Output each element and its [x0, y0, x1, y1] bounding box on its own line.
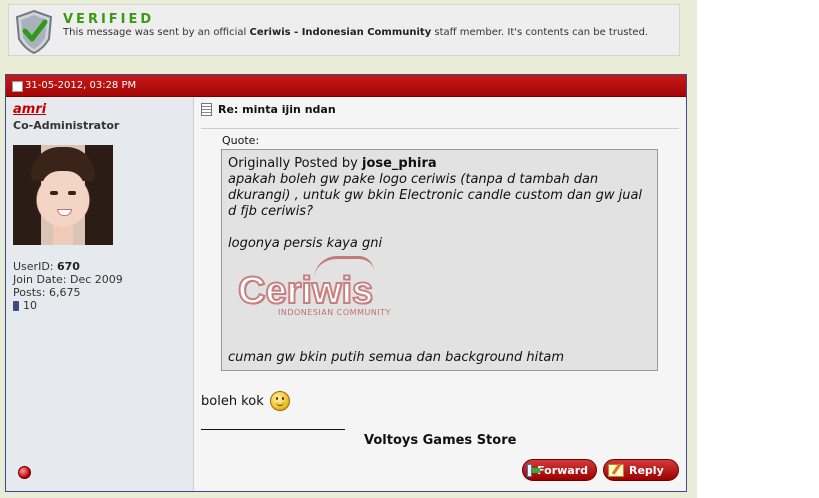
reply-message: boleh kok	[201, 391, 290, 411]
userid-label: UserID:	[13, 260, 54, 273]
userid-value: 670	[57, 260, 80, 273]
reply-pencil-icon	[608, 463, 624, 477]
document-icon	[201, 103, 212, 116]
verified-community-name: Ceriwis - Indonesian Community	[249, 27, 432, 38]
logo-subtitle: INDONESIAN COMMUNITY	[278, 308, 391, 317]
quote-prefix: Originally Posted by	[228, 156, 358, 171]
reputation-value: 10	[23, 299, 37, 312]
post-title: Re: minta ijin ndan	[218, 103, 336, 116]
offline-status-icon	[18, 466, 31, 479]
posts-row: Posts: 6,675	[13, 286, 123, 299]
avatar[interactable]	[13, 145, 113, 245]
smiley-icon	[269, 391, 290, 411]
verified-message-prefix: This message was sent by an official	[63, 27, 247, 38]
title-divider	[201, 128, 679, 129]
reputation-icon	[13, 300, 19, 311]
reply-button[interactable]: Reply	[603, 459, 679, 481]
posts-label: Posts:	[13, 286, 46, 299]
quote-header: Originally Posted by jose_phira	[228, 156, 651, 172]
join-date-row: Join Date: Dec 2009	[13, 273, 123, 286]
signature-divider	[201, 429, 345, 430]
quote-line-1: apakah boleh gw pake logo ceriwis (tanpa…	[228, 172, 643, 219]
reply-label: Reply	[629, 463, 664, 477]
join-date-value: Dec 2009	[70, 273, 123, 286]
verified-title: VERIFIED	[63, 12, 155, 27]
reputation-row: 10	[13, 299, 123, 312]
quote-box: Originally Posted by jose_phira apakah b…	[221, 149, 658, 371]
userid-row: UserID: 670	[13, 260, 123, 273]
verified-message: This message was sent by an official Cer…	[63, 27, 663, 39]
quote-author[interactable]: jose_phira	[362, 156, 437, 171]
post-header: 31-05-2012, 03:28 PM	[6, 75, 686, 97]
forum-post: 31-05-2012, 03:28 PM amri Co-Administrat…	[5, 74, 687, 492]
verified-shield-icon	[15, 9, 53, 55]
join-date-label: Join Date:	[13, 273, 67, 286]
user-title: Co-Administrator	[13, 119, 120, 132]
post-title-row: Re: minta ijin ndan	[201, 103, 336, 116]
user-stats: UserID: 670 Join Date: Dec 2009 Posts: 6…	[13, 260, 123, 312]
signature: Voltoys Games Store	[364, 433, 517, 448]
quote-line-3: cuman gw bkin putih semua dan background…	[228, 350, 564, 365]
verified-message-suffix: staff member. It's contents can be trust…	[434, 27, 649, 38]
quote-line-2: logonya persis kaya gni	[228, 236, 383, 251]
forward-button[interactable]: Forward	[522, 459, 597, 481]
posts-value: 6,675	[48, 286, 81, 299]
verified-banner: VERIFIED This message was sent by an off…	[8, 4, 680, 56]
forward-icon	[527, 463, 541, 477]
logo-word: Ceriwis	[237, 269, 374, 313]
post-date: 31-05-2012, 03:28 PM	[25, 80, 137, 91]
username-link[interactable]: amri	[13, 102, 46, 117]
quote-text: apakah boleh gw pake logo ceriwis (tanpa…	[228, 172, 651, 252]
forward-label: Forward	[537, 463, 588, 477]
post-content: Re: minta ijin ndan Quote: Originally Po…	[195, 97, 686, 491]
ceriwis-logo-image: Ceriwis INDONESIAN COMMUNITY	[228, 256, 651, 328]
quote-label: Quote:	[222, 134, 260, 147]
user-info-panel: amri Co-Administrator UserID: 670 Join D…	[6, 97, 194, 491]
reply-text: boleh kok	[201, 393, 264, 409]
post-status-icon	[12, 81, 23, 92]
